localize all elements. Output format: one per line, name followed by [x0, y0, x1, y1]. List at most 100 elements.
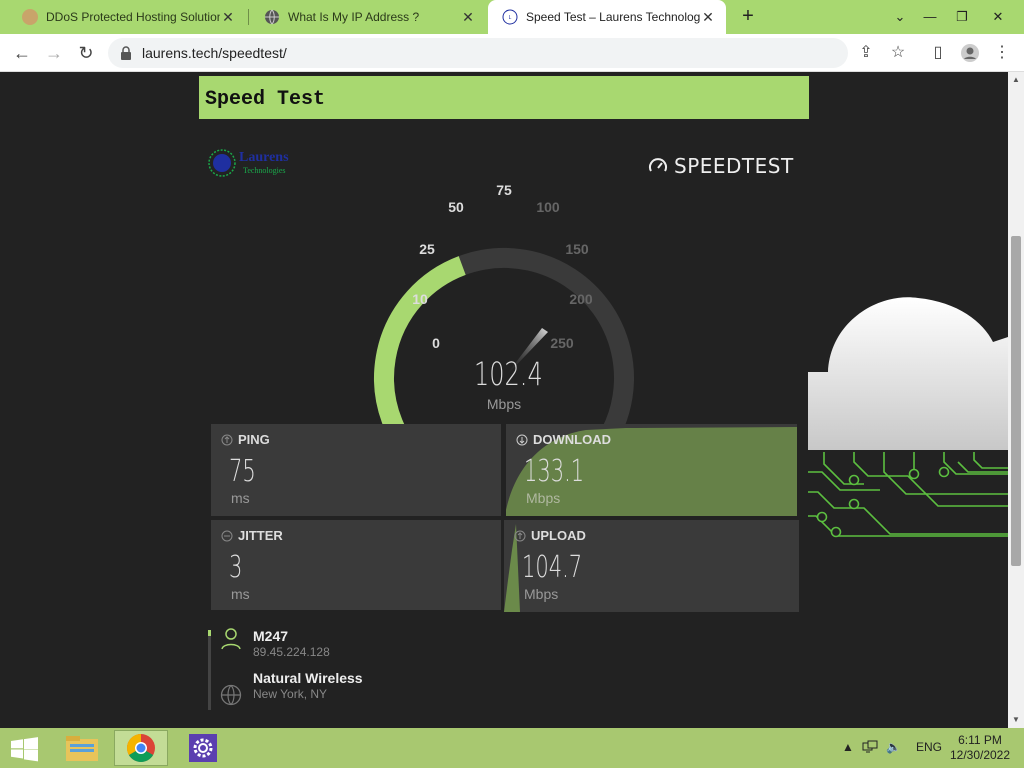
speedtest-brand: SPEEDTEST — [648, 154, 794, 178]
url-text: laurens.tech/speedtest/ — [142, 45, 287, 61]
laurens-logo-icon — [208, 149, 236, 177]
gauge-fill — [374, 256, 466, 428]
gauge-tick-100: 100 — [536, 199, 560, 215]
page-title-bar: Speed Test — [199, 76, 809, 119]
back-arrow-icon[interactable]: ← — [8, 39, 36, 67]
server-location: New York, NY — [253, 687, 328, 701]
close-tab-icon[interactable]: ✕ — [700, 9, 716, 26]
laurens-icon: L — [502, 9, 518, 25]
start-button[interactable] — [0, 730, 54, 766]
provider-ip: 89.45.224.128 — [253, 645, 330, 659]
close-tab-icon[interactable]: ✕ — [220, 9, 236, 26]
forward-arrow-icon[interactable]: → — [40, 39, 68, 67]
windows-taskbar: ▲ 🔈 ENG 6:11 PM 12/30/2022 — [0, 728, 1024, 768]
connection-info: M247 89.45.224.128 Natural Wireless New … — [206, 624, 506, 714]
side-panel-icon[interactable]: ▯ — [924, 39, 952, 67]
bookmark-star-icon[interactable]: ☆ — [884, 39, 912, 67]
lock-icon — [121, 46, 131, 60]
gauge-tick-25: 25 — [419, 241, 435, 257]
tab-strip: DDoS Protected Hosting Solution ✕ What I… — [0, 0, 1024, 34]
speedtest-page: Speed Test Laurens Technologies SPEEDTES… — [0, 72, 1008, 728]
scroll-thumb[interactable] — [1011, 236, 1021, 566]
ping-icon — [221, 434, 233, 446]
upload-unit: Mbps — [524, 586, 559, 602]
page-title: Speed Test — [205, 88, 326, 111]
download-panel: DOWNLOAD 133.1 Mbps — [506, 424, 797, 516]
page-scrollbar[interactable]: ▲ ▼ — [1008, 72, 1024, 728]
gear-icon — [189, 734, 217, 762]
upload-icon — [514, 530, 526, 542]
tab-title: DDoS Protected Hosting Solution — [46, 10, 220, 24]
volume-icon[interactable]: 🔈 — [886, 740, 901, 754]
tab-title: Speed Test – Laurens Technologie — [526, 10, 700, 24]
tab-search-icon[interactable]: ⌄ — [884, 0, 916, 34]
ping-value: 75 — [229, 454, 256, 489]
download-icon — [516, 434, 528, 446]
jitter-value: 3 — [229, 550, 243, 585]
file-explorer-button[interactable] — [56, 730, 110, 766]
profile-icon[interactable] — [956, 39, 984, 67]
ping-panel: PING 75 ms — [211, 424, 501, 516]
download-unit: Mbps — [526, 490, 561, 506]
reload-icon[interactable]: ↻ — [72, 39, 100, 67]
language-indicator[interactable]: ENG — [916, 740, 942, 754]
globe-icon — [220, 684, 242, 706]
chrome-icon — [127, 734, 155, 762]
address-bar[interactable]: laurens.tech/speedtest/ — [108, 38, 848, 68]
tab-divider — [248, 9, 249, 25]
info-divider — [208, 632, 211, 710]
upload-panel: UPLOAD 104.7 Mbps — [504, 520, 799, 612]
provider-name: M247 — [253, 628, 289, 644]
speedtest-brand-text: SPEEDTEST — [674, 154, 794, 178]
scroll-up-arrow-icon[interactable]: ▲ — [1008, 72, 1024, 88]
minimize-icon[interactable]: — — [914, 0, 946, 34]
network-icon[interactable] — [862, 740, 878, 757]
gauge-tick-10: 10 — [412, 291, 428, 307]
clock-date: 12/30/2022 — [949, 748, 1011, 762]
gauge-unit: Mbps — [486, 396, 522, 412]
gauge-value: 102.4 — [474, 355, 543, 393]
jitter-icon — [221, 530, 233, 542]
download-value: 133.1 — [524, 454, 585, 489]
speedometer-icon — [649, 158, 667, 172]
chrome-button[interactable] — [114, 730, 168, 766]
tab-what-is-my-ip[interactable]: What Is My IP Address ? ✕ — [250, 0, 486, 34]
download-label: DOWNLOAD — [533, 432, 611, 447]
menu-kebab-icon[interactable]: ⋮ — [988, 39, 1016, 67]
gauge-tick-50: 50 — [448, 199, 464, 215]
ping-label: PING — [238, 432, 270, 447]
tab-ddos-hosting[interactable]: DDoS Protected Hosting Solution ✕ — [8, 0, 246, 34]
folder-icon — [66, 736, 98, 761]
logo-name: Laurens — [239, 150, 289, 165]
windows-logo-icon — [11, 737, 38, 762]
settings-app-button[interactable] — [176, 730, 230, 766]
user-icon — [221, 628, 241, 650]
gauge-tick-75: 75 — [496, 182, 512, 198]
system-clock[interactable]: 6:11 PM 12/30/2022 — [940, 733, 1020, 763]
browser-toolbar: ← → ↻ laurens.tech/speedtest/ ⇪ ☆ ▯ ⋮ — [0, 34, 1024, 72]
hosting-icon — [22, 9, 38, 25]
ping-unit: ms — [231, 490, 250, 506]
laurens-logo: Laurens Technologies — [207, 148, 317, 180]
show-hidden-icons-icon[interactable]: ▲ — [842, 740, 854, 754]
logo-tagline: Technologies — [243, 166, 286, 175]
cloud-circuit-illustration — [808, 297, 1008, 538]
clock-time: 6:11 PM — [958, 733, 1002, 747]
globe-icon — [264, 9, 280, 25]
close-tab-icon[interactable]: ✕ — [460, 9, 476, 26]
gauge-tick-250: 250 — [550, 335, 574, 351]
jitter-unit: ms — [231, 586, 250, 602]
share-icon[interactable]: ⇪ — [852, 39, 880, 67]
info-divider-accent — [208, 630, 211, 636]
tab-speed-test[interactable]: L Speed Test – Laurens Technologie ✕ — [488, 0, 726, 34]
upload-label: UPLOAD — [531, 528, 586, 543]
new-tab-button[interactable]: + — [736, 5, 760, 29]
restore-icon[interactable]: ❐ — [946, 0, 978, 34]
scroll-down-arrow-icon[interactable]: ▼ — [1008, 712, 1024, 728]
close-window-icon[interactable]: ✕ — [982, 0, 1014, 34]
server-name[interactable]: Natural Wireless — [253, 670, 363, 686]
gauge-tick-0: 0 — [432, 335, 440, 351]
gauge-tick-150: 150 — [565, 241, 589, 257]
gauge-tick-200: 200 — [569, 291, 593, 307]
upload-value: 104.7 — [522, 550, 583, 585]
